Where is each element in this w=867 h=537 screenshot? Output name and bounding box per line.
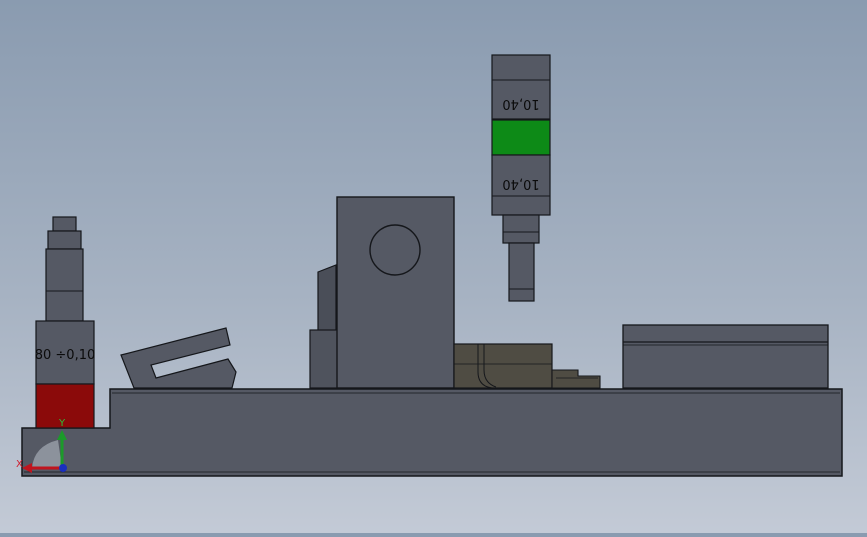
block-foot [309,329,341,389]
triad-y-label: Y [58,418,66,429]
cover-box[interactable] [622,324,829,389]
right-gauge-label-bottom: 10,40 [502,176,539,191]
base-plate-body [21,388,843,477]
bracket-body [120,327,237,389]
clamp-body [453,343,553,389]
triad-z-axis [59,464,67,472]
cad-drawing: 10,40 10,40 80 ÷0,10 Y X [16,54,843,477]
triad-x-label: X [16,459,23,470]
left-plug-gauge[interactable]: 80 ÷0,10 [35,216,96,429]
left-gauge-label: 80 ÷0,10 [35,348,96,363]
cover-box-body [622,324,829,389]
right-gauge-green-band [491,119,551,156]
cad-viewport[interactable]: 10,40 10,40 80 ÷0,10 Y X [0,0,867,533]
tilted-bracket[interactable] [120,327,237,389]
left-gauge-tip [52,216,77,232]
block-back-wall[interactable] [309,264,341,389]
left-gauge-collar [47,230,82,250]
right-gauge-neck [502,214,540,244]
right-plug-gauge[interactable]: 10,40 10,40 [491,54,551,302]
base-plate[interactable] [21,388,843,477]
bronze-clamp[interactable] [453,343,601,389]
right-gauge-label-top: 10,40 [502,96,539,111]
clamp-tail [551,369,601,389]
right-gauge-pin [508,242,535,302]
left-gauge-shank [45,248,84,322]
block-bore-hole [369,224,421,276]
upright-block[interactable] [336,196,455,389]
